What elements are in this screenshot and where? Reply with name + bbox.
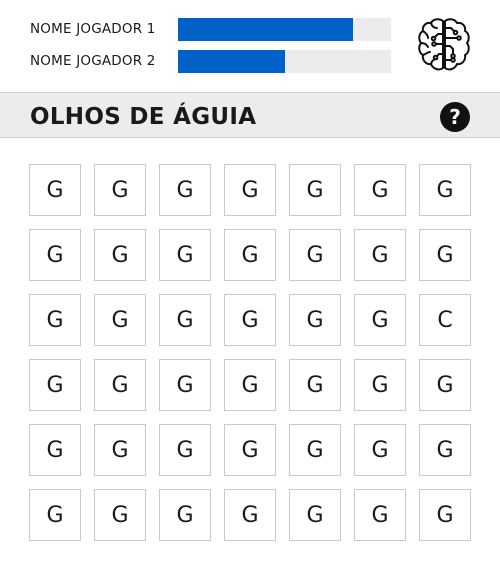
grid-cell[interactable]: G [94,164,146,216]
grid-cell[interactable]: G [289,424,341,476]
grid-cell[interactable]: G [224,359,276,411]
grid-cell[interactable]: G [94,359,146,411]
grid-cell[interactable]: G [29,489,81,541]
grid-cell[interactable]: G [159,294,211,346]
grid-cell[interactable]: G [224,229,276,281]
brain-icon [418,18,470,71]
grid-cell[interactable]: G [94,294,146,346]
letter-grid: GGGGGGGGGGGGGGGGGGGGCGGGGGGGGGGGGGGGGGGG… [29,164,471,541]
grid-cell[interactable]: C [419,294,471,346]
player-1-row: NOME JOGADOR 1 [0,17,400,41]
grid-cell[interactable]: G [419,489,471,541]
grid-cell[interactable]: G [289,229,341,281]
grid-cell[interactable]: G [419,359,471,411]
question-mark-icon: ? [449,105,461,129]
grid-cell[interactable]: G [159,489,211,541]
grid-cell[interactable]: G [29,359,81,411]
grid-cell[interactable]: G [289,294,341,346]
player-2-progress-fill [178,50,285,73]
player-2-name: NOME JOGADOR 2 [30,53,156,69]
grid-cell[interactable]: G [289,489,341,541]
grid-cell[interactable]: G [289,359,341,411]
grid-cell[interactable]: G [159,229,211,281]
grid-cell[interactable]: G [94,424,146,476]
help-button[interactable]: ? [440,102,470,132]
grid-cell[interactable]: G [159,164,211,216]
grid-cell[interactable]: G [29,424,81,476]
player-1-name: NOME JOGADOR 1 [30,21,156,37]
grid-cell[interactable]: G [29,294,81,346]
grid-cell[interactable]: G [94,489,146,541]
grid-cell[interactable]: G [94,229,146,281]
grid-cell[interactable]: G [419,164,471,216]
grid-cell[interactable]: G [354,229,406,281]
player-2-progress-bar [178,50,391,73]
grid-cell[interactable]: G [224,164,276,216]
grid-cell[interactable]: G [419,229,471,281]
grid-cell[interactable]: G [224,294,276,346]
player-1-progress-fill [178,18,353,41]
grid-cell[interactable]: G [354,294,406,346]
grid-cell[interactable]: G [29,229,81,281]
title-bar: OLHOS DE ÁGUIA ? [0,92,500,138]
grid-cell[interactable]: G [354,359,406,411]
grid-cell[interactable]: G [354,424,406,476]
grid-cell[interactable]: G [29,164,81,216]
grid-cell[interactable]: G [224,489,276,541]
player-1-progress-bar [178,18,391,41]
grid-cell[interactable]: G [159,424,211,476]
players-panel: NOME JOGADOR 1 NOME JOGADOR 2 [0,0,500,92]
grid-cell[interactable]: G [289,164,341,216]
grid-cell[interactable]: G [159,359,211,411]
player-2-row: NOME JOGADOR 2 [0,49,400,73]
grid-cell[interactable]: G [354,164,406,216]
game-title: OLHOS DE ÁGUIA [30,104,257,130]
grid-cell[interactable]: G [224,424,276,476]
grid-cell[interactable]: G [354,489,406,541]
grid-cell[interactable]: G [419,424,471,476]
